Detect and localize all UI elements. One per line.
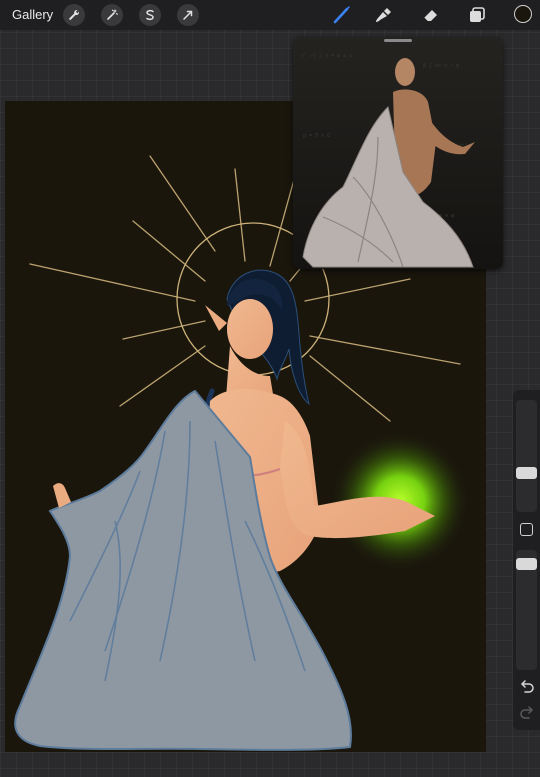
opacity-thumb[interactable]	[516, 558, 537, 570]
wrench-icon[interactable]	[63, 4, 85, 26]
svg-text:x¹ ∂∫ ∑ λ = φ ± μ: x¹ ∂∫ ∑ λ = φ ± μ	[301, 52, 352, 59]
transform-icon[interactable]	[177, 4, 199, 26]
ref-head	[395, 58, 415, 86]
undo-icon[interactable]	[519, 680, 535, 694]
face	[227, 299, 273, 359]
magic-wand-icon[interactable]	[101, 4, 123, 26]
reference-window-handle[interactable]	[384, 39, 412, 42]
svg-text:β ∫ dx α ~ ψ: β ∫ dx α ~ ψ	[423, 62, 459, 69]
gallery-button[interactable]: Gallery	[12, 7, 53, 22]
brush-sidebar	[513, 390, 540, 730]
svg-text:ρ = ∇ × Ω: ρ = ∇ × Ω	[303, 133, 330, 139]
color-swatch[interactable]	[514, 5, 532, 23]
modify-button[interactable]	[520, 523, 533, 536]
top-toolbar: Gallery	[0, 0, 540, 30]
reference-photo: x¹ ∂∫ ∑ λ = φ ± μ β ∫ dx α ~ ψ ρ = ∇ × Ω…	[293, 37, 503, 269]
redo-icon[interactable]	[519, 706, 535, 720]
reference-window[interactable]: x¹ ∂∫ ∑ λ = φ ± μ β ∫ dx α ~ ψ ρ = ∇ × Ω…	[293, 37, 503, 269]
layers-icon[interactable]	[467, 5, 487, 25]
smudge-icon[interactable]	[374, 5, 394, 25]
brush-icon[interactable]	[332, 5, 352, 25]
selection-icon[interactable]	[139, 4, 161, 26]
eraser-icon[interactable]	[421, 5, 441, 25]
brush-size-slider[interactable]	[516, 400, 537, 512]
brush-size-thumb[interactable]	[516, 467, 537, 479]
